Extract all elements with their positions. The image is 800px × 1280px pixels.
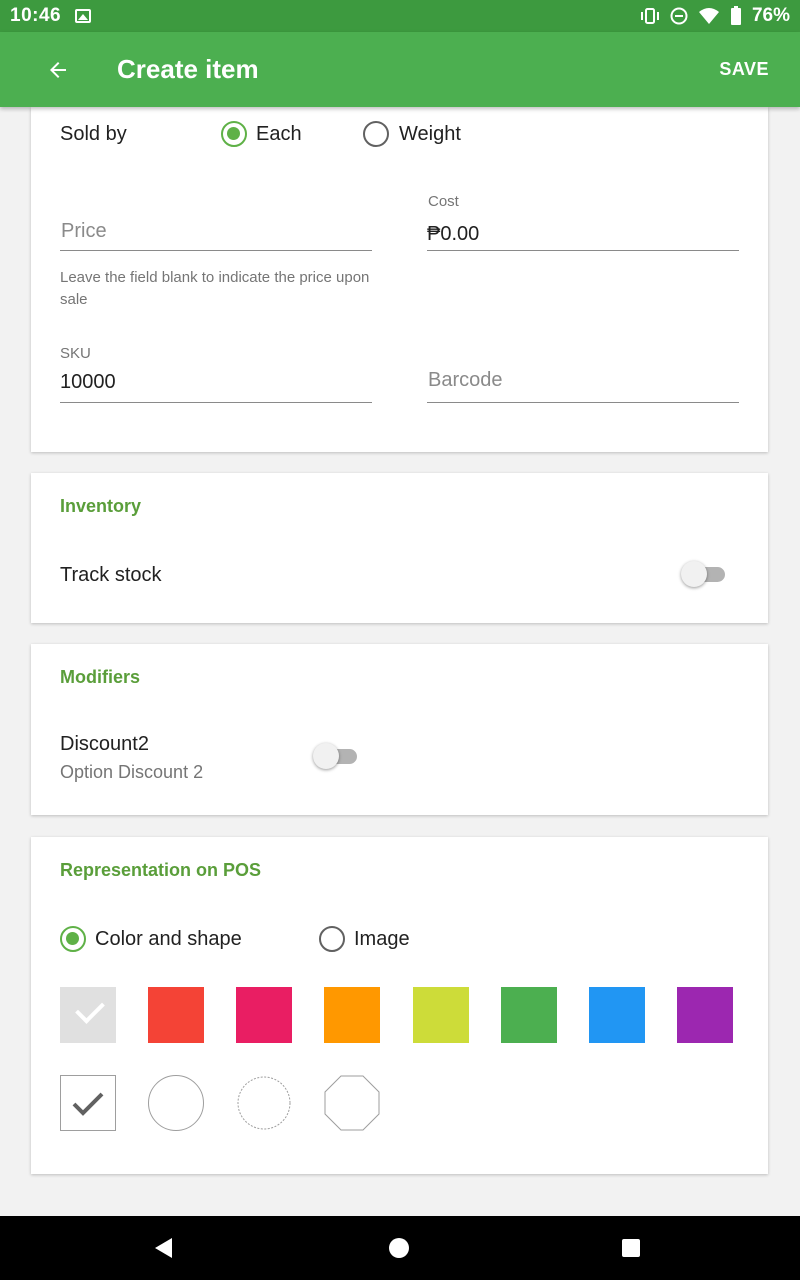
- vibrate-icon: [640, 8, 659, 24]
- page-title: Create item: [117, 54, 259, 84]
- cost-field[interactable]: ₱0.00: [427, 215, 739, 253]
- color-swatch-purple[interactable]: [677, 987, 733, 1043]
- color-swatch-red[interactable]: [148, 987, 204, 1043]
- radio-each-label: Each: [256, 123, 302, 145]
- sku-underline: [60, 402, 372, 403]
- shape-square[interactable]: [60, 1075, 116, 1131]
- color-swatch-lime[interactable]: [413, 987, 469, 1043]
- radio-color-and-shape-label: Color and shape: [95, 928, 242, 950]
- representation-card: Representation on POS Color and shape Im…: [31, 837, 768, 1174]
- radio-image-label: Image: [354, 928, 410, 950]
- recents-square-icon: [622, 1239, 640, 1257]
- radio-image[interactable]: [319, 926, 345, 952]
- pricing-card: Sold by Each Weight Price Leave the fiel…: [31, 107, 768, 452]
- color-swatch-blue[interactable]: [589, 987, 645, 1043]
- radio-each[interactable]: [221, 121, 247, 147]
- track-stock-switch[interactable]: [681, 560, 727, 588]
- battery-percent: 76%: [751, 5, 790, 26]
- navigation-bar: [0, 1216, 800, 1280]
- color-swatch-grey[interactable]: [60, 987, 116, 1043]
- modifiers-card: Modifiers Discount2 Option Discount 2: [31, 644, 768, 815]
- nav-recents-button[interactable]: [615, 1232, 647, 1264]
- sku-label: SKU: [60, 345, 91, 362]
- price-hint: Leave the field blank to indicate the pr…: [60, 269, 370, 308]
- radio-weight-label: Weight: [399, 123, 461, 145]
- sku-field[interactable]: 10000: [60, 365, 372, 405]
- shape-octagon[interactable]: [324, 1075, 380, 1131]
- representation-title: Representation on POS: [60, 860, 262, 880]
- inventory-title: Inventory: [60, 496, 142, 516]
- modifier-name: Discount2: [60, 733, 149, 755]
- cost-underline: [427, 250, 739, 251]
- status-time: 10:46: [10, 5, 62, 26]
- price-placeholder: Price: [61, 220, 107, 242]
- shape-sun[interactable]: [236, 1075, 292, 1131]
- color-and-shape-option[interactable]: Color and shape: [59, 925, 259, 955]
- inventory-card: Inventory Track stock: [31, 473, 768, 623]
- sku-value: 10000: [60, 371, 116, 393]
- cost-label: Cost: [428, 193, 459, 210]
- radio-weight[interactable]: [363, 121, 389, 147]
- sold-by-each-option[interactable]: Each: [220, 120, 330, 150]
- barcode-underline: [427, 402, 739, 403]
- arrow-back-icon: [50, 61, 66, 78]
- home-circle-icon: [389, 1238, 409, 1258]
- sun-shape-icon: [237, 1076, 291, 1130]
- modifier-subtitle: Option Discount 2: [60, 762, 204, 782]
- status-icons: 76%: [640, 5, 790, 27]
- modifier-switch-thumb: [313, 743, 339, 769]
- save-button[interactable]: SAVE: [719, 59, 769, 80]
- barcode-placeholder: Barcode: [428, 369, 503, 391]
- back-triangle-icon: [155, 1238, 172, 1258]
- do-not-disturb-icon: [670, 7, 688, 25]
- radio-color-and-shape[interactable]: [60, 926, 86, 952]
- square-check-icon: [60, 1075, 116, 1131]
- sold-by-label: Sold by: [60, 123, 127, 145]
- sold-by-weight-option[interactable]: Weight: [362, 120, 492, 150]
- wifi-icon: [698, 8, 719, 24]
- modifiers-title: Modifiers: [60, 667, 141, 687]
- status-bar: 10:46 76%: [0, 0, 800, 32]
- price-field[interactable]: Price: [60, 211, 372, 253]
- octagon-shape-icon: [324, 1075, 380, 1131]
- color-swatch-green[interactable]: [501, 987, 557, 1043]
- image-icon: [75, 9, 92, 23]
- shape-circle[interactable]: [148, 1075, 204, 1131]
- image-option[interactable]: Image: [318, 925, 428, 955]
- cost-value: ₱0.00: [427, 223, 480, 245]
- battery-icon: [730, 6, 741, 25]
- color-swatch-pink[interactable]: [236, 987, 292, 1043]
- modifier-switch[interactable]: [313, 742, 359, 770]
- price-underline: [60, 250, 372, 251]
- circle-shape-icon: [148, 1075, 204, 1131]
- back-button[interactable]: [28, 40, 88, 100]
- barcode-field[interactable]: Barcode: [427, 361, 739, 405]
- app-bar: Create item SAVE: [0, 32, 800, 107]
- track-stock-label: Track stock: [60, 564, 162, 586]
- color-swatch-orange[interactable]: [324, 987, 380, 1043]
- nav-back-button[interactable]: [148, 1232, 180, 1264]
- track-stock-switch-thumb: [681, 561, 707, 587]
- nav-home-button[interactable]: [383, 1232, 415, 1264]
